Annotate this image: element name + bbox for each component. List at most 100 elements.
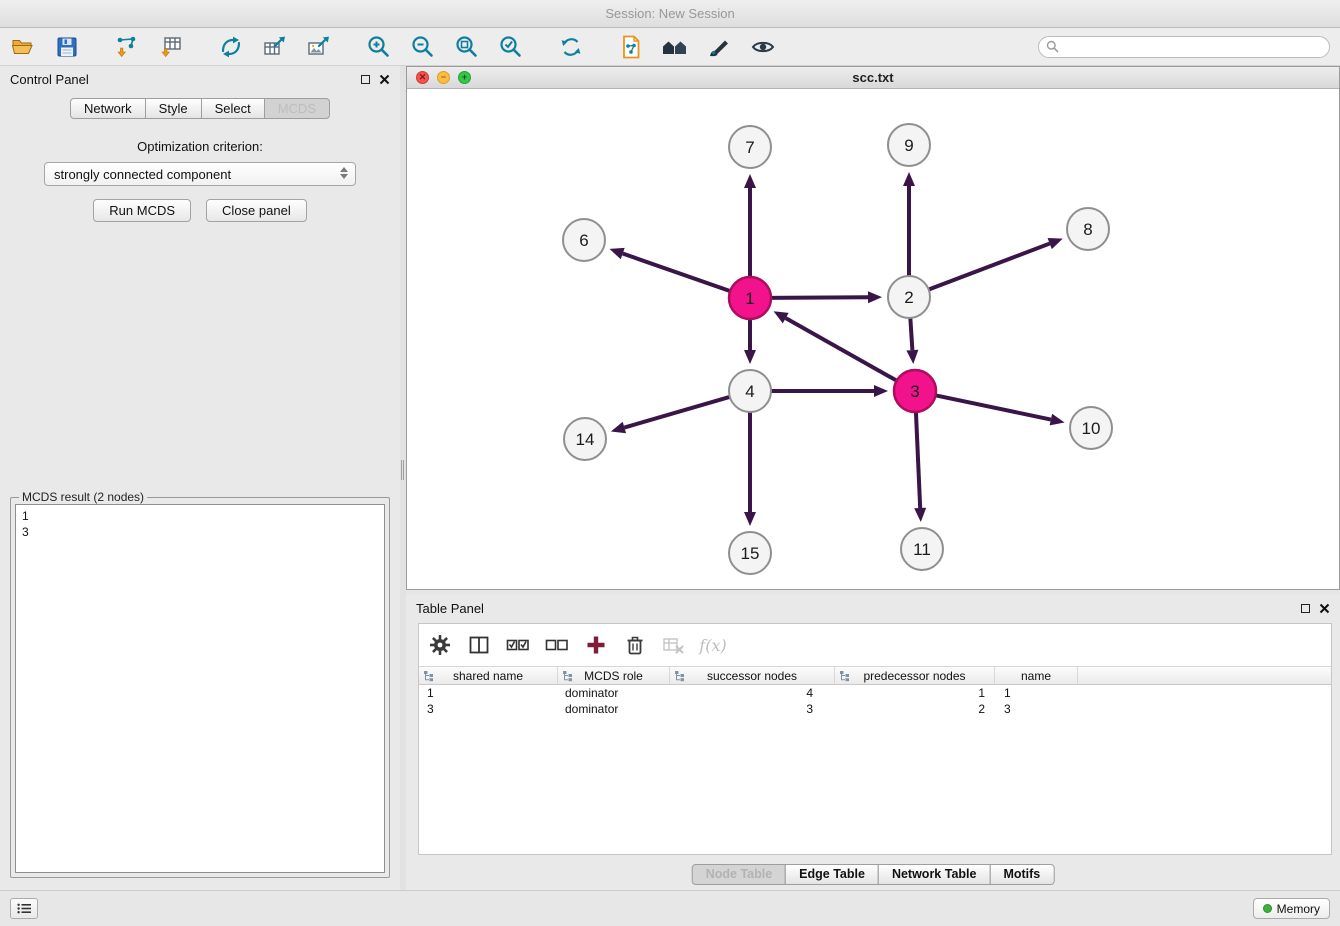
graph-edge-1-6[interactable] (623, 254, 732, 292)
table-row[interactable]: 3 dominator 3 2 3 (419, 701, 1331, 717)
float-panel-icon[interactable] (361, 75, 370, 84)
graph-edge-4-14[interactable] (624, 396, 731, 427)
show-columns-button[interactable] (467, 633, 491, 657)
network-window-titlebar[interactable]: ✕ − + scc.txt (407, 67, 1339, 89)
columns-icon (468, 634, 490, 656)
function-builder-button-disabled: f(x) (701, 633, 725, 657)
tab-select[interactable]: Select (201, 98, 265, 119)
cell-shared-name[interactable]: 1 (419, 686, 558, 700)
export-image-button[interactable] (304, 32, 334, 62)
graph-node-9[interactable]: 9 (888, 124, 930, 166)
main-toolbar (0, 28, 1340, 66)
network-canvas[interactable]: 7 9 6 8 1 2 4 3 14 10 15 11 (407, 89, 1339, 590)
graph-node-10[interactable]: 10 (1070, 407, 1112, 449)
zoom-in-button[interactable] (364, 32, 394, 62)
table-row[interactable]: 1 dominator 4 1 1 (419, 685, 1331, 701)
cell-predecessor-nodes[interactable]: 1 (835, 686, 995, 700)
tab-mcds[interactable]: MCDS (264, 98, 330, 119)
graph-edge-2-3[interactable] (910, 316, 912, 350)
graph-node-14[interactable]: 14 (564, 418, 606, 460)
style-brush-button[interactable] (704, 32, 734, 62)
graph-node-7[interactable]: 7 (729, 126, 771, 168)
cell-predecessor-nodes[interactable]: 2 (835, 702, 995, 716)
graph-node-15[interactable]: 15 (729, 532, 771, 574)
memory-button[interactable]: Memory (1253, 898, 1330, 919)
graph-edge-arrowhead (914, 508, 926, 522)
window-close-button[interactable]: ✕ (416, 71, 429, 84)
open-session-button[interactable] (8, 32, 38, 62)
graph-node-1[interactable]: 1 (729, 277, 771, 319)
search-input[interactable] (1059, 40, 1329, 54)
window-minimize-button[interactable]: − (437, 71, 450, 84)
graph-node-11[interactable]: 11 (901, 528, 943, 570)
zoom-out-button[interactable] (408, 32, 438, 62)
home-views-button[interactable] (660, 32, 690, 62)
tab-network[interactable]: Network (70, 98, 146, 119)
control-panel-tabs: Network Style Select MCDS (0, 98, 400, 119)
tab-motifs[interactable]: Motifs (989, 864, 1054, 885)
graph-edge-3-1[interactable] (786, 318, 899, 382)
window-title: Session: New Session (605, 6, 734, 21)
trash-icon (624, 634, 646, 656)
column-header-shared-name[interactable]: shared name (419, 667, 558, 684)
graph-node-2[interactable]: 2 (888, 276, 930, 318)
delete-column-button[interactable] (623, 633, 647, 657)
close-panel-icon[interactable] (379, 74, 390, 85)
cell-name[interactable]: 1 (995, 686, 1078, 700)
refresh-button[interactable] (556, 32, 586, 62)
graph-edge-1-2[interactable] (769, 297, 868, 298)
graph-edge-3-11[interactable] (916, 410, 920, 508)
column-header-successor-nodes[interactable]: successor nodes (670, 667, 835, 684)
floppy-save-icon (54, 34, 80, 60)
select-all-columns-button[interactable] (506, 633, 530, 657)
graph-node-label: 14 (576, 430, 595, 449)
run-mcds-button[interactable]: Run MCDS (93, 199, 191, 222)
close-table-panel-icon[interactable] (1319, 603, 1330, 614)
mcds-result-box[interactable]: 1 3 (15, 504, 385, 873)
close-panel-button[interactable]: Close panel (206, 199, 307, 222)
tab-style[interactable]: Style (145, 98, 202, 119)
export-table-button[interactable] (260, 32, 290, 62)
network-from-clipboard-button[interactable] (616, 32, 646, 62)
search-box[interactable] (1038, 36, 1330, 58)
cell-successor-nodes[interactable]: 3 (670, 702, 835, 716)
tab-network-table[interactable]: Network Table (878, 864, 991, 885)
deselect-all-columns-button[interactable] (545, 633, 569, 657)
zoom-selected-button[interactable] (496, 32, 526, 62)
graph-edge-arrowhead (1050, 414, 1065, 426)
table-settings-button[interactable] (428, 633, 452, 657)
graph-node-6[interactable]: 6 (563, 219, 605, 261)
cell-name[interactable]: 3 (995, 702, 1078, 716)
graph-node-4[interactable]: 4 (729, 370, 771, 412)
network-view-window: ✕ − + scc.txt 7 9 6 8 1 2 4 3 14 10 15 11 (406, 66, 1340, 590)
swap-arrows-button[interactable] (216, 32, 246, 62)
graph-edge-2-8[interactable] (927, 244, 1050, 291)
table-panel-title: Table Panel (416, 601, 484, 616)
import-table-button[interactable] (156, 32, 186, 62)
column-header-mcds-role[interactable]: MCDS role (558, 667, 670, 684)
cell-mcds-role[interactable]: dominator (558, 702, 670, 716)
column-header-name[interactable]: name (995, 667, 1078, 684)
create-column-button[interactable] (584, 633, 608, 657)
cell-mcds-role[interactable]: dominator (558, 686, 670, 700)
criterion-dropdown[interactable]: strongly connected component (44, 162, 356, 186)
show-hide-button[interactable] (748, 32, 778, 62)
cell-successor-nodes[interactable]: 4 (670, 686, 835, 700)
float-table-panel-icon[interactable] (1301, 604, 1310, 613)
graph-node-3[interactable]: 3 (894, 370, 936, 412)
import-network-button[interactable] (112, 32, 142, 62)
graph-edge-arrowhead (744, 350, 756, 364)
graph-edge-3-10[interactable] (934, 395, 1051, 420)
save-session-button[interactable] (52, 32, 82, 62)
tab-edge-table[interactable]: Edge Table (785, 864, 879, 885)
cell-shared-name[interactable]: 3 (419, 702, 558, 716)
column-header-predecessor-nodes[interactable]: predecessor nodes (835, 667, 995, 684)
import-network-icon (114, 34, 140, 60)
graph-node-8[interactable]: 8 (1067, 208, 1109, 250)
window-zoom-button[interactable]: + (458, 71, 471, 84)
panel-toggle-button[interactable] (10, 898, 38, 919)
zoom-fit-button[interactable] (452, 32, 482, 62)
zoom-fit-icon (454, 34, 480, 60)
result-line: 3 (22, 524, 378, 540)
tab-node-table[interactable]: Node Table (692, 864, 786, 885)
